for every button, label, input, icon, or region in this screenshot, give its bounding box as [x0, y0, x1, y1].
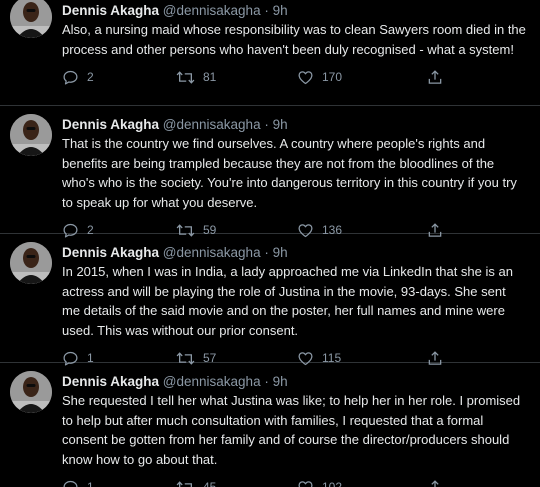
display-name[interactable]: Dennis Akagha — [62, 245, 159, 260]
handle[interactable]: @dennisakagha — [163, 117, 261, 132]
retweet-icon — [176, 69, 195, 86]
timestamp[interactable]: 9h — [273, 117, 288, 132]
separator: · — [264, 374, 269, 389]
like-count: 102 — [322, 480, 343, 487]
avatar[interactable] — [10, 242, 52, 284]
tweet-text: That is the country we find ourselves. A… — [62, 136, 517, 210]
reply-count: 2 — [87, 70, 94, 84]
reply-icon — [62, 69, 79, 86]
like-button[interactable]: 170 — [297, 68, 342, 86]
handle[interactable]: @dennisakagha — [163, 245, 261, 260]
tweet-text: She requested I tell her what Justina wa… — [62, 393, 521, 467]
reply-icon — [62, 479, 79, 487]
tweet-text: In 2015, when I was in India, a lady app… — [62, 264, 513, 338]
share-button[interactable] — [427, 478, 443, 487]
avatar-image — [10, 0, 52, 38]
heart-icon — [297, 479, 314, 487]
retweet-count: 81 — [203, 70, 217, 84]
tweet[interactable]: Dennis Akagha @dennisakagha · 9h That is… — [0, 106, 540, 238]
heart-icon — [297, 69, 314, 86]
tweet-actions: 2 81 170 — [62, 68, 526, 88]
timestamp[interactable]: 9h — [273, 3, 288, 18]
display-name[interactable]: Dennis Akagha — [62, 117, 159, 132]
retweet-count: 45 — [203, 480, 217, 487]
reply-button[interactable]: 1 — [62, 478, 94, 487]
like-button[interactable]: 102 — [297, 478, 342, 487]
avatar[interactable] — [10, 0, 52, 38]
avatar[interactable] — [10, 371, 52, 413]
avatar[interactable] — [10, 114, 52, 156]
avatar-image — [10, 371, 52, 413]
separator: · — [264, 245, 269, 260]
share-button[interactable] — [427, 68, 443, 86]
avatar-image — [10, 114, 52, 156]
reply-button[interactable]: 2 — [62, 68, 94, 86]
tweet-actions: 1 45 102 — [62, 478, 526, 487]
tweet-header: Dennis Akagha @dennisakagha · 9h — [62, 244, 526, 262]
timeline: Dennis Akagha @dennisakagha · 9h Also, a… — [0, 0, 540, 487]
tweet-header: Dennis Akagha @dennisakagha · 9h — [62, 116, 526, 134]
separator: · — [264, 3, 269, 18]
retweet-button[interactable]: 45 — [176, 478, 216, 487]
reply-count: 1 — [87, 480, 94, 487]
like-count: 170 — [322, 70, 343, 84]
retweet-button[interactable]: 81 — [176, 68, 216, 86]
tweet-text: Also, a nursing maid whose responsibilit… — [62, 22, 526, 57]
avatar-image — [10, 242, 52, 284]
tweet[interactable]: Dennis Akagha @dennisakagha · 9h In 2015… — [0, 234, 540, 366]
separator: · — [264, 117, 269, 132]
share-icon — [427, 479, 443, 487]
tweet[interactable]: Dennis Akagha @dennisakagha · 9h She req… — [0, 363, 540, 487]
handle[interactable]: @dennisakagha — [163, 3, 261, 18]
tweet[interactable]: Dennis Akagha @dennisakagha · 9h Also, a… — [0, 0, 540, 106]
share-icon — [427, 69, 443, 86]
display-name[interactable]: Dennis Akagha — [62, 3, 159, 18]
tweet-header: Dennis Akagha @dennisakagha · 9h — [62, 373, 526, 391]
handle[interactable]: @dennisakagha — [163, 374, 261, 389]
tweet-header: Dennis Akagha @dennisakagha · 9h — [62, 0, 526, 20]
timestamp[interactable]: 9h — [273, 374, 288, 389]
retweet-icon — [176, 479, 195, 487]
display-name[interactable]: Dennis Akagha — [62, 374, 159, 389]
timestamp[interactable]: 9h — [273, 245, 288, 260]
